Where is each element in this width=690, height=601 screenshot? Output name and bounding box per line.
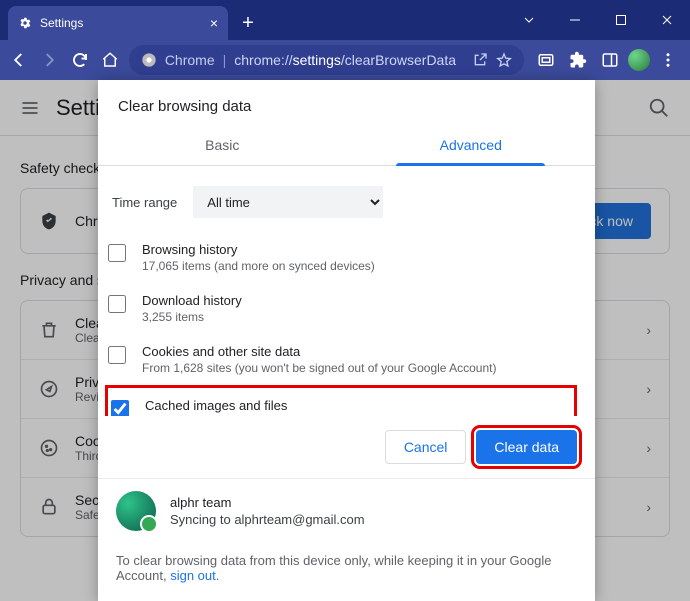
checkbox-cached-images[interactable] [111,400,129,416]
address-bar[interactable]: Chrome | chrome://settings/clearBrowserD… [129,45,524,75]
tab-advanced[interactable]: Advanced [347,127,596,165]
share-icon[interactable] [472,52,488,68]
window-controls [506,0,690,40]
back-button[interactable] [8,46,30,74]
option-download-history[interactable]: Download history3,255 items [108,283,577,334]
menu-icon[interactable] [654,46,682,74]
profile-avatar[interactable] [628,49,650,71]
account-sync: Syncing to alphrteam@gmail.com [170,512,365,527]
sidepanel-icon[interactable] [596,46,624,74]
checkbox-browsing-history[interactable] [108,244,126,262]
chrome-icon [141,52,157,68]
checkbox-download-history[interactable] [108,295,126,313]
maximize-button[interactable] [598,0,644,40]
gear-icon [18,16,32,30]
option-cached-images[interactable]: Cached images and files318 MB [105,385,577,416]
screenshot-icon[interactable] [532,46,560,74]
dropdown-icon[interactable] [506,0,552,40]
minimize-button[interactable] [552,0,598,40]
url-prefix: Chrome [165,52,215,68]
cancel-button[interactable]: Cancel [385,430,467,464]
clear-data-button[interactable]: Clear data [476,430,577,464]
browser-toolbar: Chrome | chrome://settings/clearBrowserD… [0,40,690,80]
browser-tab[interactable]: Settings × [8,6,228,40]
extensions-icon[interactable] [564,46,592,74]
new-tab-button[interactable]: + [234,9,262,37]
dialog-tabs: Basic Advanced [98,127,595,166]
time-range-select[interactable]: All time [193,186,383,218]
tab-close-icon[interactable]: × [210,15,218,31]
window-titlebar: Settings × + [0,0,690,40]
account-avatar [116,491,156,531]
home-button[interactable] [99,46,121,74]
reload-button[interactable] [68,46,90,74]
time-range-label: Time range [112,195,177,210]
account-name: alphr team [170,495,365,510]
sign-out-link[interactable]: sign out [170,568,216,583]
star-icon[interactable] [496,52,512,68]
dialog-title: Clear browsing data [98,80,595,127]
option-browsing-history[interactable]: Browsing history17,065 items (and more o… [108,232,577,283]
tab-basic[interactable]: Basic [98,127,347,165]
url-text: chrome://settings/clearBrowserData [234,52,456,68]
close-button[interactable] [644,0,690,40]
forward-button[interactable] [38,46,60,74]
account-row: alphr team Syncing to alphrteam@gmail.co… [98,479,595,543]
checkbox-cookies[interactable] [108,346,126,364]
clear-browsing-data-dialog: Clear browsing data Basic Advanced Time … [98,80,595,601]
option-cookies[interactable]: Cookies and other site dataFrom 1,628 si… [108,334,577,385]
footnote: To clear browsing data from this device … [98,543,595,601]
tab-title: Settings [40,16,202,30]
